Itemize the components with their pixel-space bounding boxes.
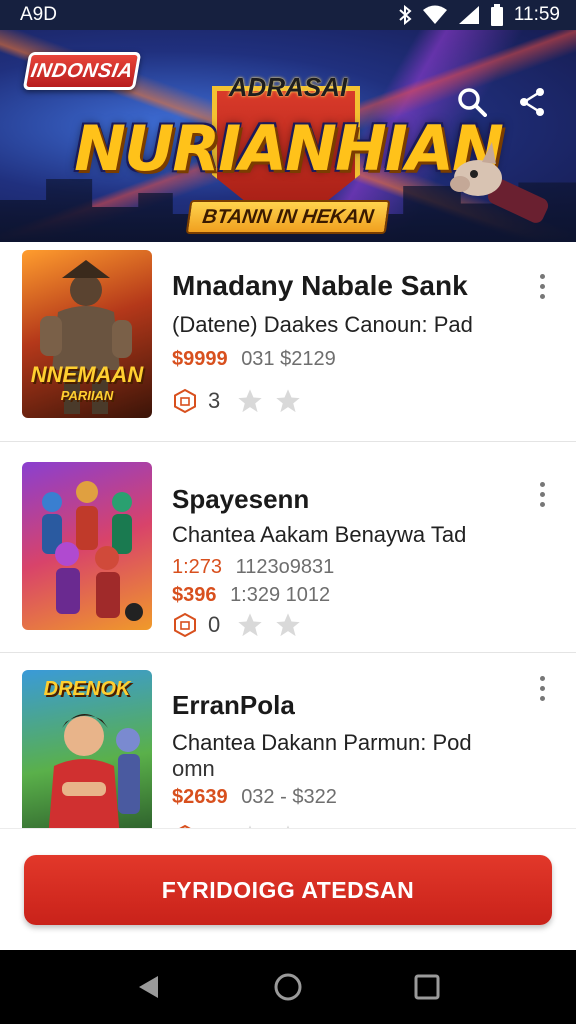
item-menu-button[interactable]	[528, 476, 556, 512]
kebab-dot	[539, 293, 545, 299]
home-icon	[274, 973, 302, 1001]
share-button[interactable]	[514, 84, 550, 120]
item-extra-line: 1:273 1123o9831	[172, 556, 334, 579]
rating-count: 0	[208, 612, 221, 637]
status-bar: A9D 11:59	[0, 0, 576, 30]
item-price-note: 032 - $322	[241, 786, 337, 808]
item-title[interactable]: ErranPola	[172, 690, 295, 721]
recents-button[interactable]	[402, 962, 452, 1012]
item-title[interactable]: Spayesenn	[172, 484, 309, 515]
game-list[interactable]: NNEMAAN PARIIAN Mnadany Nabale Sank (Dat…	[0, 242, 576, 828]
item-rating: 0	[172, 610, 302, 640]
back-icon	[139, 976, 159, 998]
list-item[interactable]: NNEMAAN PARIIAN Mnadany Nabale Sank (Dat…	[0, 242, 576, 452]
item-title[interactable]: Mnadany Nabale Sank	[172, 270, 468, 302]
back-button[interactable]	[124, 962, 174, 1012]
item-extra-a: 1:273	[172, 556, 223, 578]
primary-action-button[interactable]: FYRIDOIGG ATEDSAN	[24, 855, 552, 925]
item-price: $396	[172, 584, 217, 606]
game-thumbnail[interactable]: DRENOK	[22, 670, 152, 828]
divider	[0, 652, 576, 653]
game-thumbnail[interactable]: NNEMAAN PARIIAN	[22, 250, 152, 418]
item-price-line: $396 1:329 1012	[172, 584, 330, 607]
home-button[interactable]	[263, 962, 313, 1012]
status-left-text: A9D	[20, 4, 57, 25]
heroes-illustration	[42, 481, 143, 621]
hexagon-badge-icon	[174, 388, 196, 414]
creature-illustration	[450, 142, 549, 223]
search-button[interactable]	[454, 84, 490, 120]
star-icon[interactable]	[236, 611, 264, 639]
thumbnail-caption-2: PARIIAN	[60, 388, 114, 403]
item-extra-b: 1123o9831	[235, 556, 335, 578]
thumbnail-caption: NNEMAAN	[30, 362, 144, 387]
item-subtitle: (Datene) Daakes Canoun: Pad	[172, 312, 473, 337]
bluetooth-icon	[398, 5, 412, 25]
bottom-action-area: FYRIDOIGG ATEDSAN	[0, 828, 576, 950]
item-menu-button[interactable]	[528, 670, 556, 706]
star-icon[interactable]	[274, 387, 302, 415]
system-navigation-bar	[0, 950, 576, 1024]
item-price: $2639	[172, 786, 228, 808]
kebab-dot	[539, 695, 545, 701]
item-menu-button[interactable]	[528, 268, 556, 304]
list-item[interactable]: Spayesenn Chantea Aakam Benaywa Tad 1:27…	[0, 452, 576, 662]
status-time: 11:59	[513, 4, 560, 25]
item-price-line: $9999 031 $2129	[172, 348, 336, 371]
item-price-note: 1:329 1012	[230, 584, 331, 606]
kebab-dot	[539, 675, 545, 681]
battery-icon	[490, 4, 504, 26]
kebab-dot	[539, 481, 545, 487]
item-price-line: $2639 032 - $322	[172, 786, 337, 809]
item-subtitle-2: omn	[172, 756, 215, 781]
banner-subtitle: BTANN IN HEKAN	[185, 200, 391, 234]
item-subtitle: Chantea Aakam Benaywa Tad	[172, 522, 467, 547]
kebab-dot	[539, 491, 545, 497]
list-item[interactable]: DRENOK ErranPola Chantea Dakann Parmun: …	[0, 662, 576, 828]
divider	[0, 441, 576, 442]
promo-banner[interactable]: INDONSIA ADRASAI NURIANHIAN BTANN IN HEK…	[0, 30, 576, 242]
star-icon[interactable]	[236, 387, 264, 415]
recents-icon	[414, 974, 440, 1000]
status-icons: 11:59	[398, 4, 560, 26]
star-icon[interactable]	[274, 611, 302, 639]
wifi-icon	[422, 5, 448, 25]
search-icon	[458, 88, 487, 117]
kebab-dot	[539, 273, 545, 279]
kebab-dot	[539, 501, 545, 507]
item-subtitle: Chantea Dakann Parmun: Pod	[172, 730, 472, 755]
item-price: $9999	[172, 348, 228, 370]
hexagon-badge-icon	[174, 612, 196, 638]
kebab-dot	[539, 283, 545, 289]
kebab-dot	[539, 685, 545, 691]
share-icon	[520, 88, 544, 116]
game-thumbnail[interactable]	[22, 462, 152, 630]
signal-icon	[458, 5, 480, 25]
rating-count: 3	[208, 388, 221, 413]
thumbnail-caption: DRENOK	[43, 678, 131, 700]
item-price-note: 031 $2129	[241, 348, 336, 370]
item-rating: 3	[172, 386, 302, 416]
